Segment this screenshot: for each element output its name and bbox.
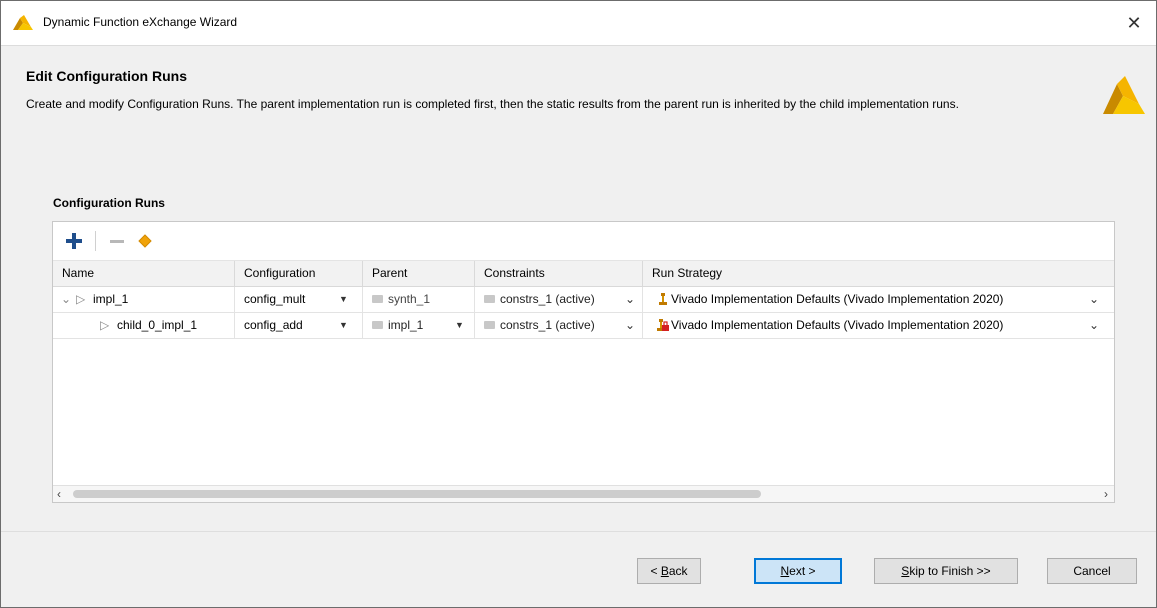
configuration-value: config_mult xyxy=(244,292,306,306)
skip-to-finish-button[interactable]: Skip to Finish >> xyxy=(874,558,1018,584)
chevron-down-icon: ⌄ xyxy=(1089,292,1100,306)
column-header-name[interactable]: Name xyxy=(53,261,235,286)
strategy-locked-icon xyxy=(657,319,669,331)
run-triangle-icon: ▷ xyxy=(100,318,110,332)
name-cell: ⌄ ▷ impl_1 xyxy=(53,287,235,312)
parent-value: impl_1 xyxy=(388,318,424,332)
column-header-constraints[interactable]: Constraints xyxy=(475,261,643,286)
folder-icon xyxy=(484,294,495,303)
run-name: impl_1 xyxy=(93,292,129,306)
configuration-dropdown[interactable]: config_add ▼ xyxy=(235,313,363,338)
table-toolbar xyxy=(53,222,1114,261)
folder-icon xyxy=(372,320,383,329)
toolbar-divider xyxy=(95,231,96,251)
table-row[interactable]: ▷ child_0_impl_1 config_add ▼ impl_1 ▼ c… xyxy=(53,313,1114,339)
back-button[interactable]: < Back xyxy=(637,558,701,584)
back-mnemonic: B xyxy=(660,564,669,578)
page-description: Create and modify Configuration Runs. Th… xyxy=(26,97,959,111)
expand-chevron-icon[interactable]: ⌄ xyxy=(61,287,71,312)
folder-icon xyxy=(484,320,495,329)
parent-dropdown[interactable]: impl_1 ▼ xyxy=(363,313,475,338)
skip-label: kip to Finish >> xyxy=(909,564,991,578)
run-strategy-dropdown[interactable]: Vivado Implementation Defaults (Vivado I… xyxy=(643,287,1114,312)
horizontal-scrollbar[interactable]: ‹ › xyxy=(53,485,1114,502)
folder-icon xyxy=(372,294,383,303)
table-header: Name Configuration Parent Constraints Ru… xyxy=(53,261,1114,287)
constraints-value: constrs_1 (active) xyxy=(500,292,595,306)
chevron-down-icon: ⌄ xyxy=(625,318,636,332)
configuration-value: config_add xyxy=(244,318,303,332)
configuration-dropdown[interactable]: config_mult ▼ xyxy=(235,287,363,312)
constraints-value: constrs_1 (active) xyxy=(500,318,595,332)
title-bar[interactable]: Dynamic Function eXchange Wizard ✕ xyxy=(1,1,1156,46)
constraints-dropdown[interactable]: constrs_1 (active) ⌄ xyxy=(475,287,643,312)
cancel-button[interactable]: Cancel xyxy=(1047,558,1137,584)
back-prefix: < xyxy=(650,564,661,578)
wizard-window: Dynamic Function eXchange Wizard ✕ Edit … xyxy=(0,0,1157,608)
window-title: Dynamic Function eXchange Wizard xyxy=(43,15,238,29)
run-name: child_0_impl_1 xyxy=(117,318,198,332)
next-button[interactable]: Next > xyxy=(754,558,842,584)
next-mnemonic: N xyxy=(780,564,790,578)
table-row[interactable]: ⌄ ▷ impl_1 config_mult ▼ synth_1 constrs… xyxy=(53,287,1114,313)
run-triangle-icon: ▷ xyxy=(76,292,86,306)
configuration-runs-table: Name Configuration Parent Constraints Ru… xyxy=(52,221,1115,503)
dropdown-arrow-icon: ▼ xyxy=(339,320,348,330)
diamond-icon[interactable] xyxy=(135,231,155,251)
chevron-down-icon: ⌄ xyxy=(625,292,636,306)
scroll-right-icon[interactable]: › xyxy=(1104,486,1108,502)
column-header-configuration[interactable]: Configuration xyxy=(235,261,363,286)
name-cell: ▷ child_0_impl_1 xyxy=(53,313,235,338)
strategy-icon xyxy=(659,293,667,305)
footer-divider xyxy=(1,531,1156,532)
constraints-dropdown[interactable]: constrs_1 (active) ⌄ xyxy=(475,313,643,338)
chevron-down-icon: ⌄ xyxy=(1089,318,1100,332)
wizard-header: Edit Configuration Runs Create and modif… xyxy=(1,46,1156,176)
run-strategy-value: Vivado Implementation Defaults (Vivado I… xyxy=(671,318,1004,332)
section-label: Configuration Runs xyxy=(53,196,165,210)
page-title: Edit Configuration Runs xyxy=(26,68,187,84)
column-header-run-strategy[interactable]: Run Strategy xyxy=(643,261,1114,286)
minus-icon[interactable] xyxy=(107,231,127,251)
column-header-parent[interactable]: Parent xyxy=(363,261,475,286)
close-button[interactable]: ✕ xyxy=(1112,7,1156,39)
scroll-left-icon[interactable]: ‹ xyxy=(57,486,61,502)
dropdown-arrow-icon: ▼ xyxy=(339,294,348,304)
parent-cell: synth_1 xyxy=(363,287,475,312)
xilinx-logo-icon xyxy=(13,15,33,30)
run-strategy-value: Vivado Implementation Defaults (Vivado I… xyxy=(671,292,1004,306)
back-label: ack xyxy=(668,564,688,578)
scrollbar-thumb[interactable] xyxy=(73,490,761,498)
parent-value: synth_1 xyxy=(388,292,431,306)
plus-icon[interactable] xyxy=(64,231,84,251)
run-strategy-dropdown[interactable]: Vivado Implementation Defaults (Vivado I… xyxy=(643,313,1114,338)
dropdown-arrow-icon: ▼ xyxy=(455,320,464,330)
xilinx-logo-icon xyxy=(1103,76,1145,114)
next-label: ext > xyxy=(789,564,816,578)
